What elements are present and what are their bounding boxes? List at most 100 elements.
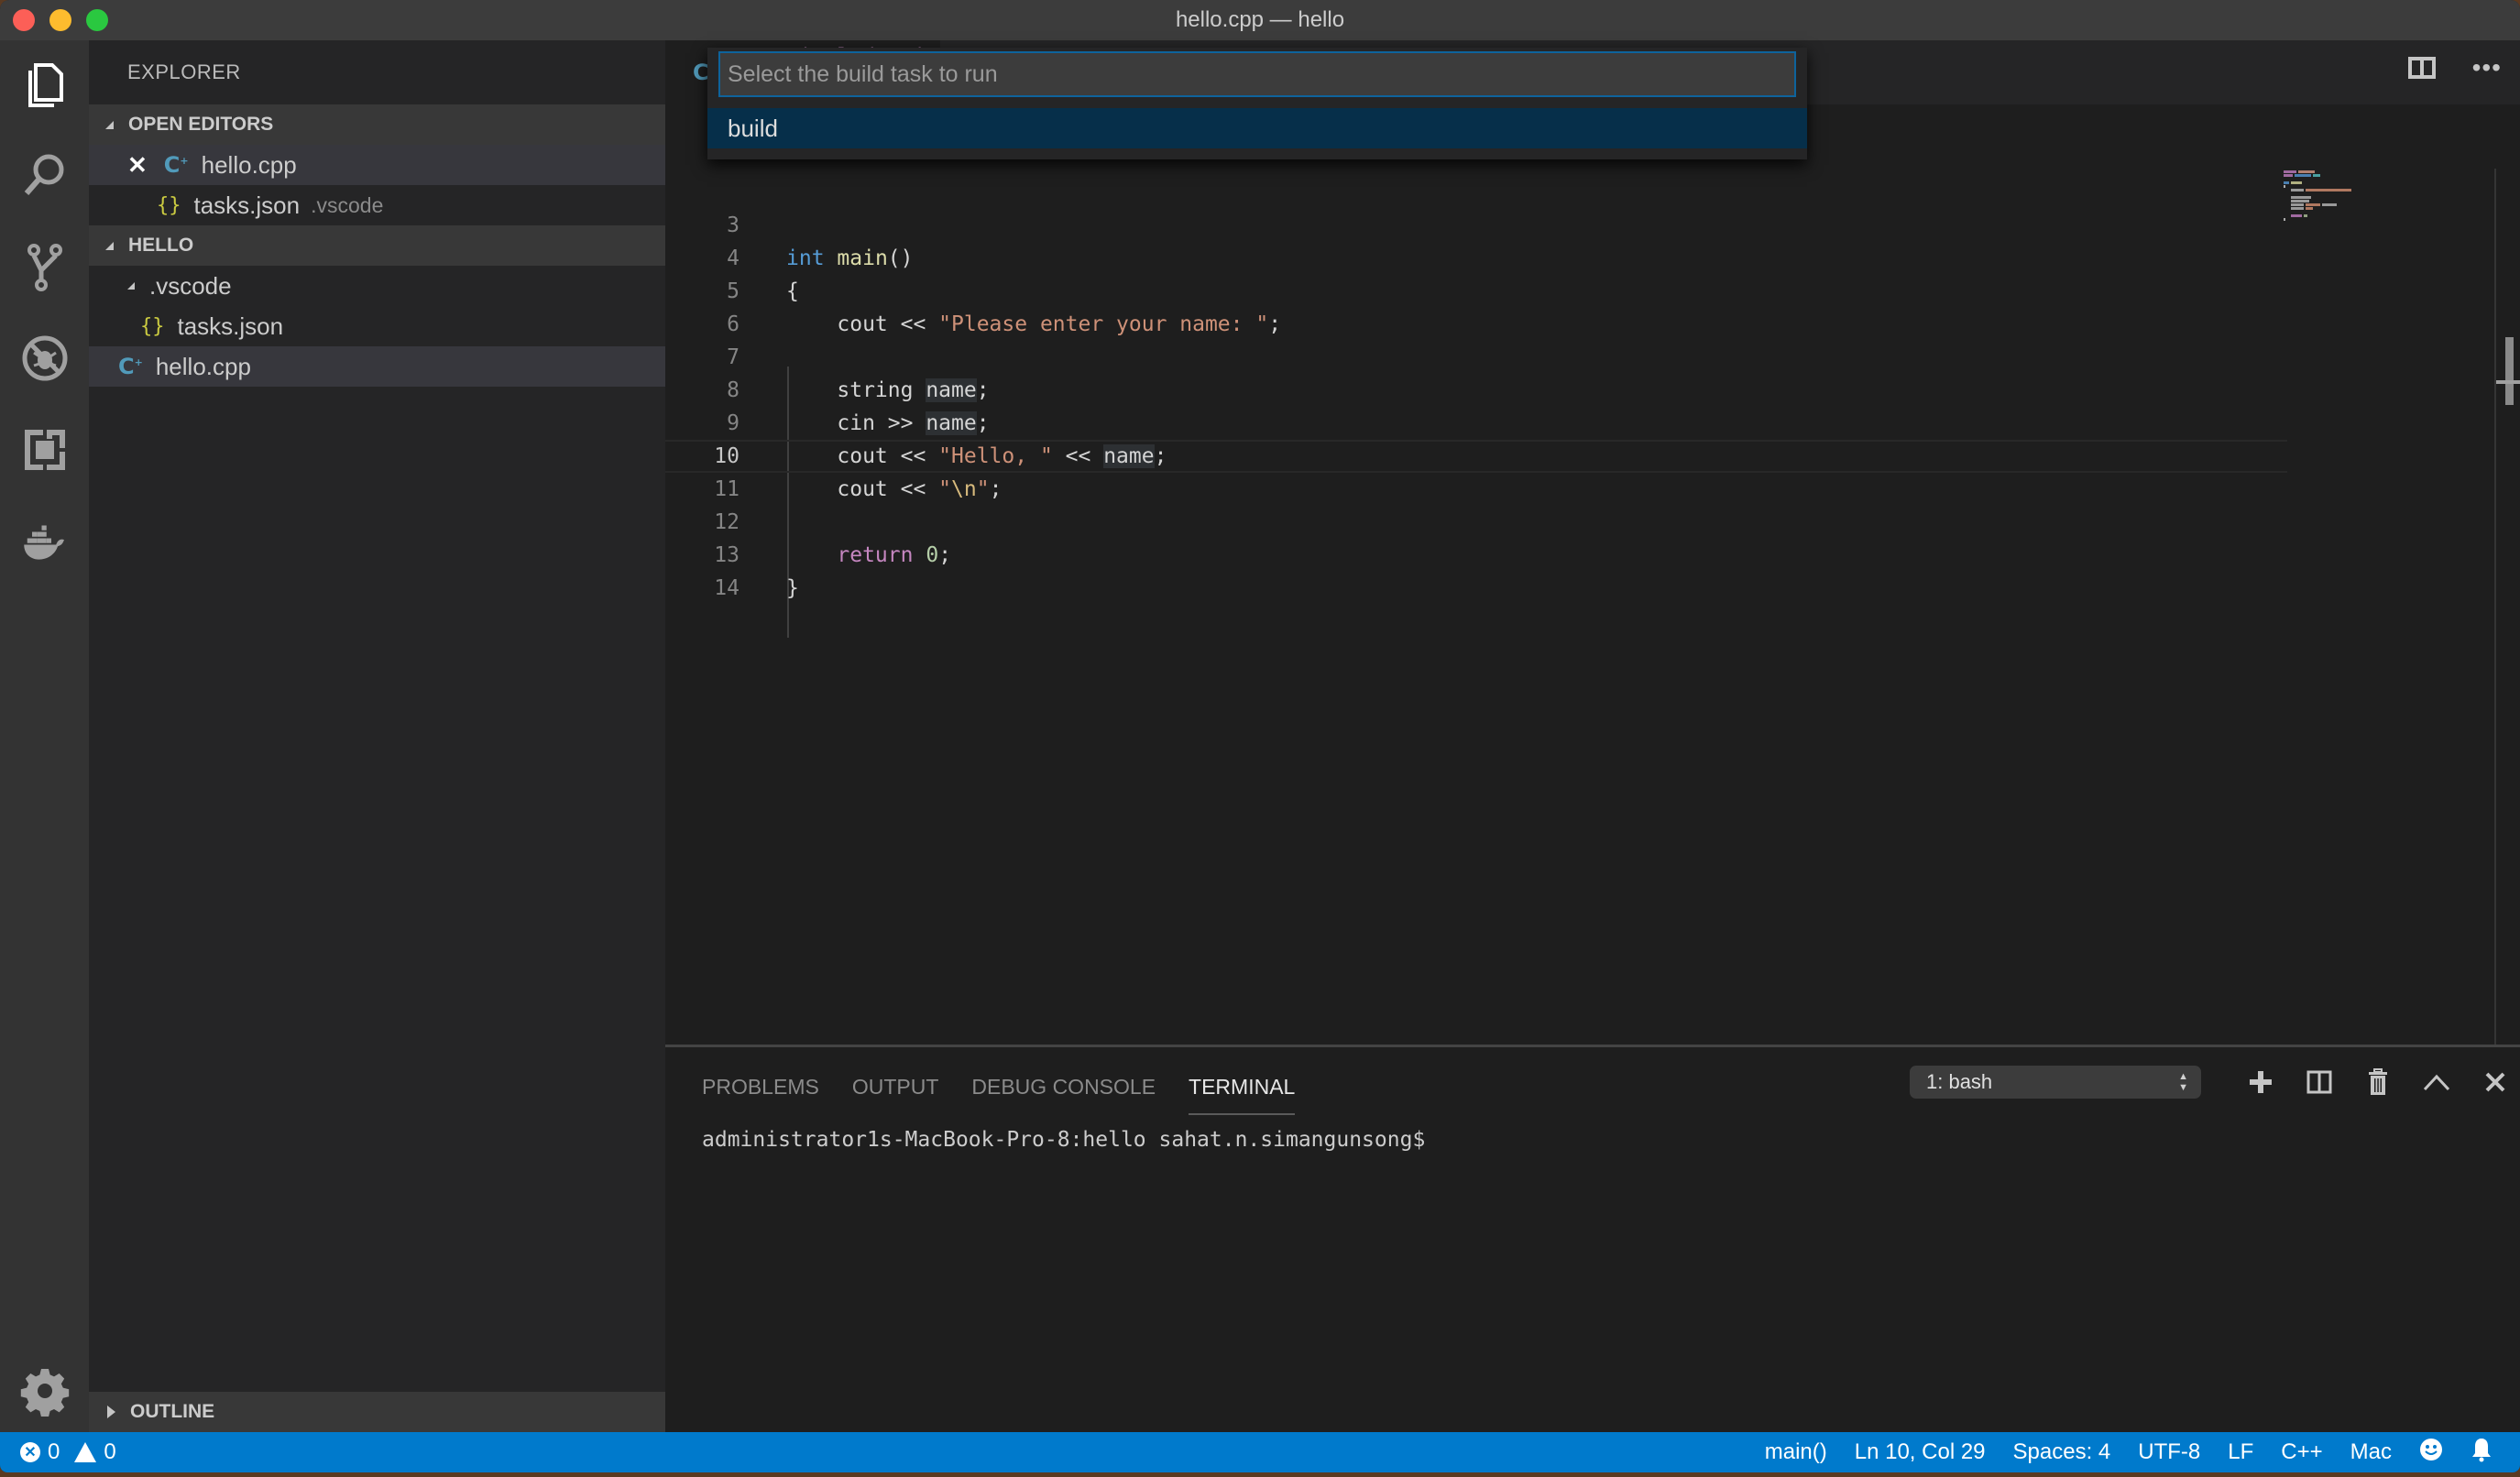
status-language[interactable]: C++	[2281, 1439, 2322, 1465]
folder-expanded-icon	[127, 282, 135, 290]
title-bar: hello.cpp — hello	[0, 0, 2520, 40]
close-window-button[interactable]	[13, 9, 35, 31]
token-punct: ()	[887, 246, 914, 270]
new-terminal-button[interactable]	[2247, 1068, 2274, 1096]
minimap[interactable]	[2284, 169, 2421, 260]
token-text: string	[786, 378, 926, 402]
panel-tabs: PROBLEMS OUTPUT DEBUG CONSOLE TERMINAL	[702, 1066, 1296, 1115]
status-indentation[interactable]: Spaces: 4	[2013, 1439, 2111, 1465]
token-text: cin >>	[786, 411, 926, 435]
status-scope[interactable]: main()	[1765, 1439, 1827, 1465]
activity-docker[interactable]	[0, 500, 89, 583]
warning-count: 0	[104, 1439, 116, 1464]
problems-status[interactable]: ✕ 0 0	[0, 1439, 116, 1465]
terminal-output[interactable]: administrator1s-MacBook-Pro-8:hello saha…	[702, 1128, 1425, 1152]
terminal-select[interactable]: 1: bash ▲ ▼	[1910, 1066, 2201, 1099]
line-number: 5	[727, 279, 740, 303]
line-text: string name;	[786, 378, 990, 402]
token-string: "Hello, "	[938, 444, 1053, 468]
chevron-up-icon	[2423, 1074, 2450, 1091]
folder-header[interactable]: HELLO	[89, 225, 665, 266]
trash-icon	[2369, 1068, 2387, 1095]
token-keyword: int	[786, 246, 825, 270]
open-editor-hello-cpp[interactable]: ✕ C+ hello.cpp	[89, 145, 665, 185]
minimize-window-button[interactable]	[49, 9, 71, 31]
token-punct: ;	[989, 477, 1003, 501]
line-number: 6	[727, 312, 740, 336]
token-string: "	[938, 477, 952, 501]
open-editor-tasks-json[interactable]: {} tasks.json .vscode	[89, 185, 665, 225]
manage-settings[interactable]	[0, 1350, 89, 1432]
line-number: 7	[727, 345, 740, 369]
status-eol[interactable]: LF	[2228, 1439, 2253, 1465]
token-highlight: name	[926, 378, 977, 402]
terminal-select-value: 1: bash	[1926, 1070, 1993, 1093]
error-icon: ✕	[20, 1442, 40, 1462]
collapsed-icon	[107, 1406, 115, 1418]
activity-debug[interactable]	[0, 317, 89, 399]
code-line: 6 cout << "Please enter your name: ";	[665, 308, 2287, 341]
split-editor-icon[interactable]	[2407, 57, 2436, 79]
close-icon[interactable]: ✕	[127, 151, 148, 180]
activity-bar	[0, 40, 89, 1432]
activity-extensions[interactable]	[0, 409, 89, 491]
more-actions-icon[interactable]: •••	[2472, 55, 2502, 81]
overview-ruler[interactable]	[2494, 169, 2520, 1045]
status-platform[interactable]: Mac	[2350, 1439, 2392, 1465]
token-highlight: name	[1103, 444, 1155, 468]
line-text: cin >> name;	[786, 411, 990, 435]
token-punct: ;	[1268, 312, 1282, 336]
open-editors-header[interactable]: OPEN EDITORS	[89, 104, 665, 145]
status-cursor-position[interactable]: Ln 10, Col 29	[1855, 1439, 1986, 1465]
debug-icon	[22, 335, 67, 381]
token-string: "Please enter your name: "	[938, 312, 1269, 336]
files-icon	[27, 63, 63, 107]
quick-pick-input[interactable]	[718, 51, 1796, 97]
code-line: 8 string name;	[665, 374, 2287, 407]
activity-search[interactable]	[0, 134, 89, 216]
code-line: 3	[665, 209, 2287, 242]
search-icon	[24, 154, 63, 195]
bell-icon	[2472, 1438, 2491, 1461]
maximize-window-button[interactable]	[86, 9, 108, 31]
token-punct: ;	[1154, 444, 1167, 468]
gear-icon	[20, 1369, 69, 1417]
line-number: 13	[714, 543, 740, 567]
outline-header[interactable]: OUTLINE	[89, 1392, 665, 1432]
line-number: 8	[727, 378, 740, 402]
tab-problems[interactable]: PROBLEMS	[702, 1066, 819, 1108]
close-panel-button[interactable]	[2482, 1068, 2509, 1096]
token-escape: \n	[951, 477, 977, 501]
token-punct: ;	[938, 543, 952, 567]
line-number: 3	[727, 213, 740, 237]
maximize-panel-button[interactable]	[2423, 1068, 2450, 1096]
json-file-icon: {}	[157, 193, 181, 217]
window-title: hello.cpp — hello	[1175, 7, 1345, 32]
kill-terminal-button[interactable]	[2364, 1068, 2392, 1096]
code-editor[interactable]: 1 #include <iostream> 2 using namespace …	[665, 45, 2520, 1045]
feedback-button[interactable]	[2419, 1438, 2443, 1468]
line-number: 10	[714, 444, 740, 468]
quick-pick-item-build[interactable]: build	[707, 108, 1807, 148]
open-editor-label: hello.cpp	[201, 150, 297, 179]
activity-source-control[interactable]	[0, 225, 89, 308]
activity-explorer[interactable]	[0, 42, 89, 125]
token-punct: ;	[976, 378, 990, 402]
minimap-canvas	[2284, 170, 2351, 221]
tree-item-hello-cpp[interactable]: C+ hello.cpp	[89, 346, 665, 387]
split-terminal-button[interactable]	[2306, 1068, 2333, 1096]
tree-item-tasks-json[interactable]: {} tasks.json	[89, 306, 665, 346]
smiley-icon	[2420, 1438, 2442, 1461]
code-line: 5 {	[665, 275, 2287, 308]
editor-actions: •••	[2407, 55, 2502, 81]
line-text: {	[786, 279, 799, 303]
tab-debug-console[interactable]: DEBUG CONSOLE	[971, 1066, 1156, 1108]
status-encoding[interactable]: UTF-8	[2138, 1439, 2200, 1465]
tree-item-vscode-folder[interactable]: .vscode	[89, 266, 665, 306]
tree-item-label: tasks.json	[177, 312, 284, 340]
tab-output[interactable]: OUTPUT	[852, 1066, 939, 1108]
tab-terminal[interactable]: TERMINAL	[1189, 1066, 1296, 1115]
notifications-button[interactable]	[2471, 1437, 2493, 1469]
line-number: 12	[714, 510, 740, 534]
